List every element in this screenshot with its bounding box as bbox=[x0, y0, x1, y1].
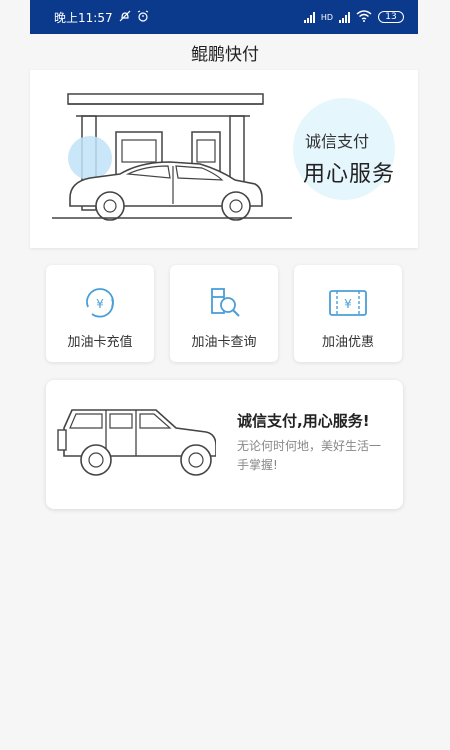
yuan-circle-icon: ¥ bbox=[86, 288, 114, 318]
tile-label: 加油优惠 bbox=[321, 335, 374, 350]
svg-text:¥: ¥ bbox=[96, 297, 104, 311]
banner-slogan-line1: 诚信支付 bbox=[305, 132, 370, 151]
gas-station-car-illustration bbox=[52, 93, 292, 221]
mute-icon bbox=[119, 10, 131, 25]
signal-icon-2 bbox=[339, 11, 350, 23]
tile-label: 加油卡充值 bbox=[67, 335, 133, 350]
banner[interactable]: 诚信支付 用心服务 bbox=[30, 70, 418, 248]
svg-text:¥: ¥ bbox=[344, 297, 352, 311]
tile-label: 加油卡查询 bbox=[191, 335, 257, 350]
suv-illustration bbox=[57, 409, 216, 476]
promo-card[interactable]: 诚信支付,用心服务! 无论何时何地，美好生活一手掌握! bbox=[46, 380, 403, 509]
signal-icon bbox=[303, 11, 315, 23]
status-bar: 晚上11:57 HD 13 bbox=[30, 0, 418, 34]
tile-card-query[interactable]: 加油卡查询 bbox=[170, 265, 278, 362]
battery-icon: 13 bbox=[378, 11, 404, 23]
pump-search-icon bbox=[211, 288, 240, 317]
battery-level: 13 bbox=[385, 12, 397, 22]
page-title: 鲲鹏快付 bbox=[191, 44, 259, 65]
tile-card-recharge[interactable]: ¥ 加油卡充值 bbox=[46, 265, 154, 362]
promo-description: 无论何时何地，美好生活一手掌握! bbox=[237, 439, 382, 472]
banner-slogan-line2: 用心服务 bbox=[303, 162, 396, 187]
tile-discount[interactable]: ¥ 加油优惠 bbox=[294, 265, 402, 362]
app-bar: 鲲鹏快付 bbox=[0, 34, 450, 70]
alarm-icon bbox=[137, 10, 149, 25]
promo-title: 诚信支付,用心服务! bbox=[237, 412, 370, 430]
coupon-icon: ¥ bbox=[329, 290, 367, 316]
wifi-icon bbox=[356, 9, 372, 25]
status-time: 晚上11:57 bbox=[54, 10, 113, 25]
network-label: HD bbox=[320, 12, 333, 22]
